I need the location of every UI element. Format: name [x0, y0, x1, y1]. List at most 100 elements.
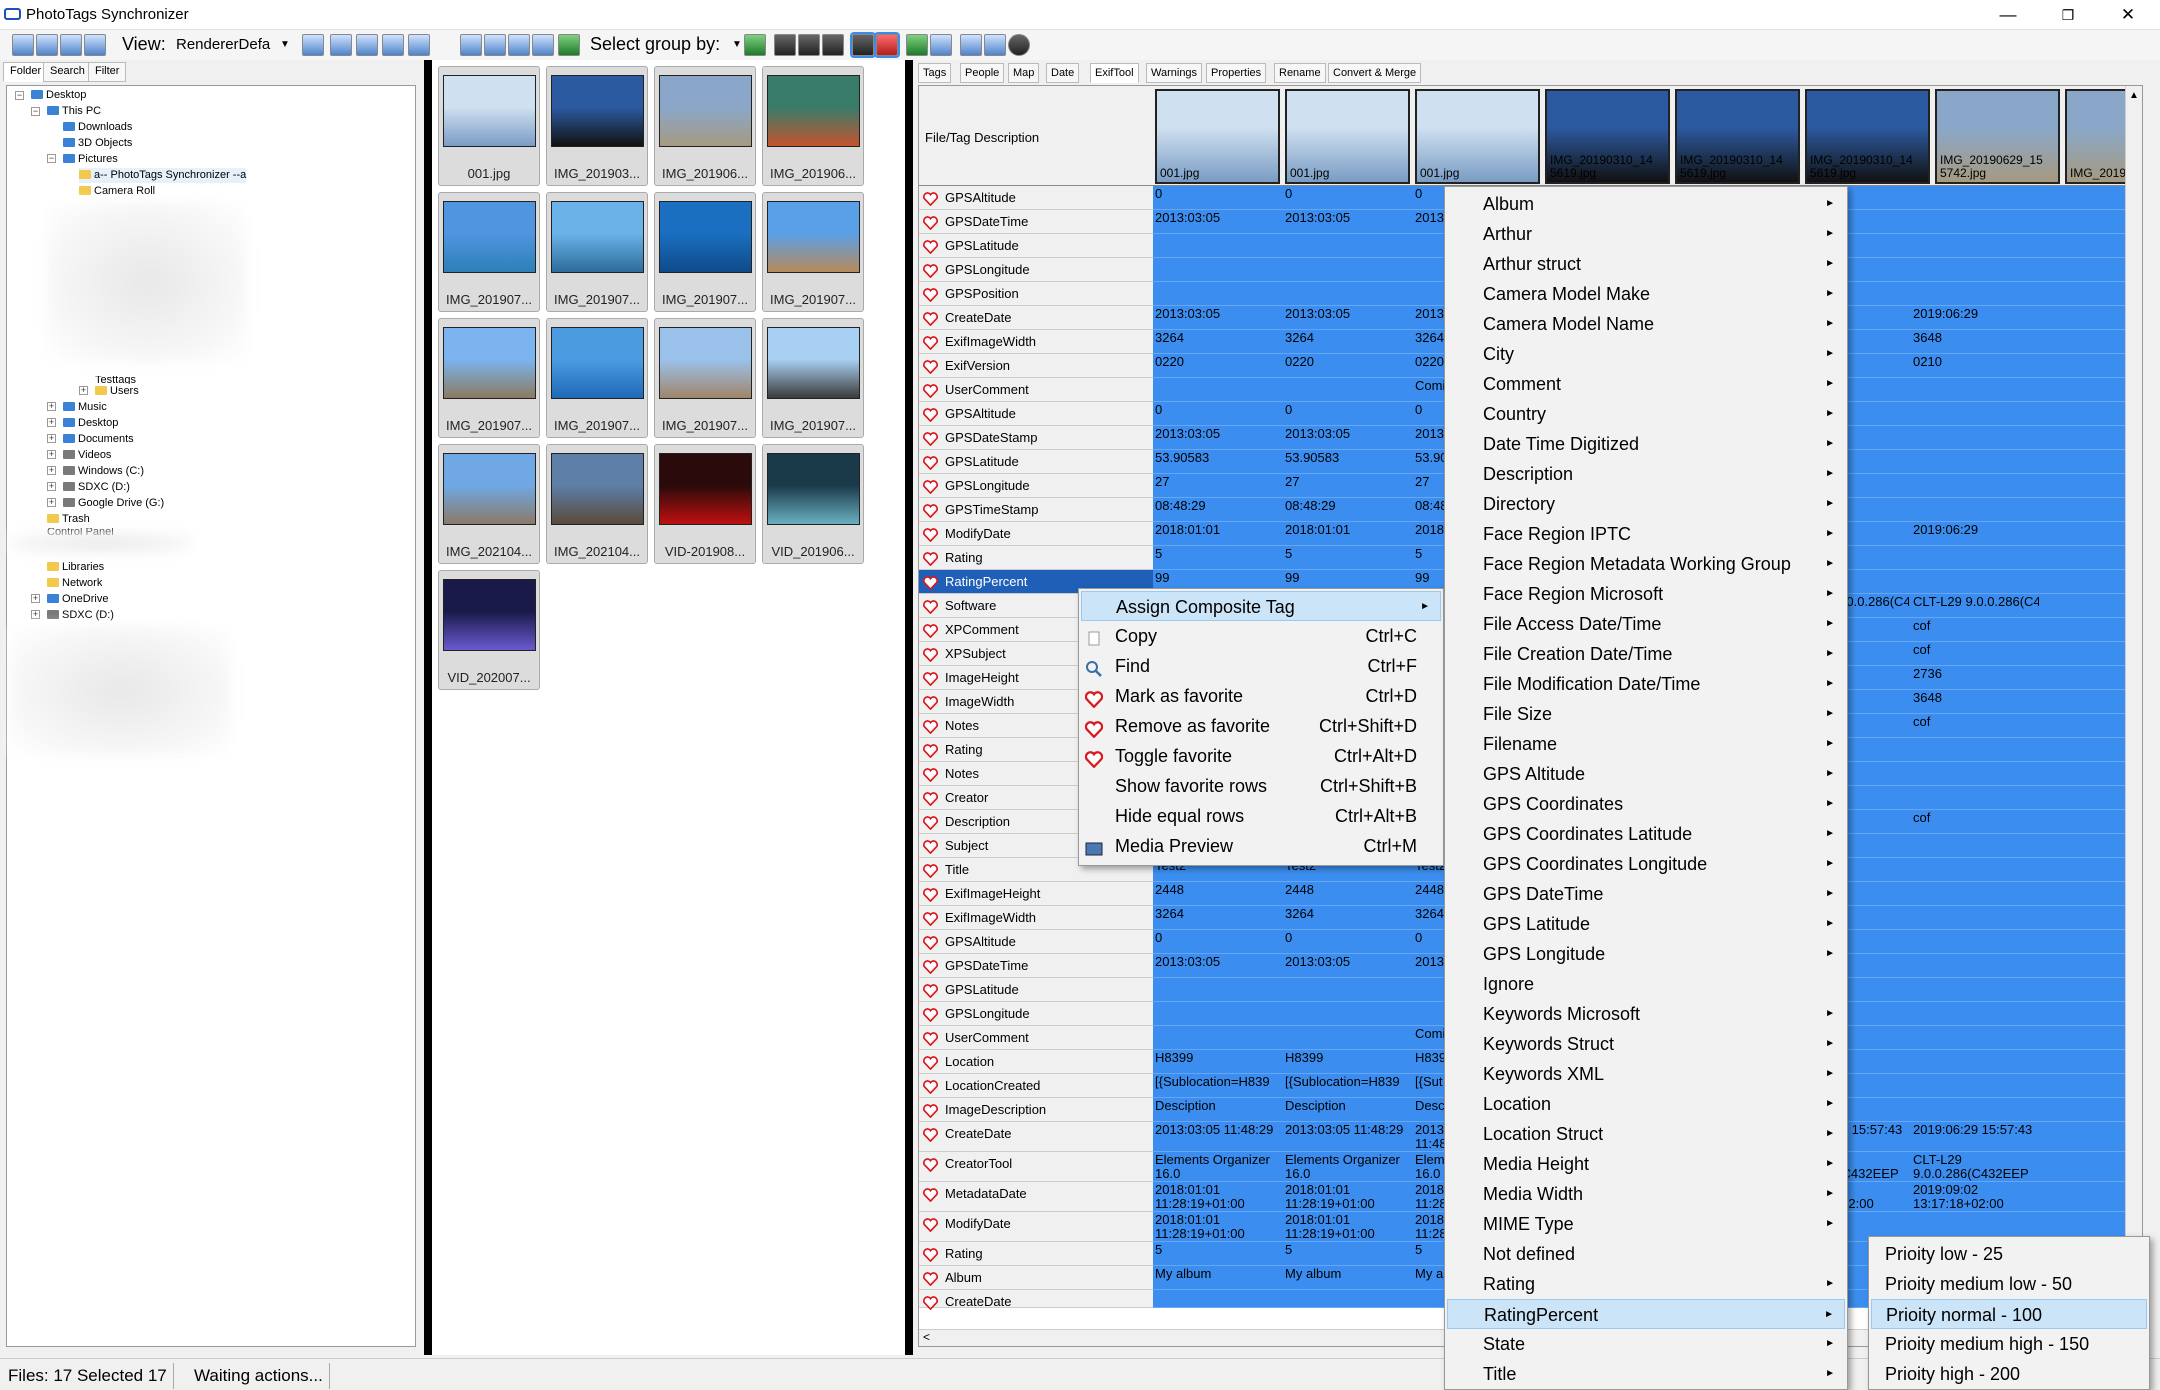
cell-value[interactable]: 0210 [1913, 355, 2039, 369]
row-tag-name[interactable]: GPSDateTime [919, 210, 1153, 234]
composite-menu-item[interactable]: Filename ► [1447, 729, 1845, 759]
row-tag-name[interactable]: UserComment [919, 1026, 1153, 1050]
tree-item-documents[interactable]: Documents [63, 432, 134, 447]
context-menu-item-assign-composite-tag[interactable]: Assign Composite Tag ► [1081, 591, 1441, 621]
cell-value[interactable]: 5 [1155, 1243, 1281, 1257]
favorite-heart-icon[interactable] [923, 790, 938, 807]
expand-icon[interactable]: + [31, 594, 40, 603]
row-tag-name[interactable]: ImageDescription [919, 1098, 1153, 1122]
favorite-heart-icon[interactable] [923, 286, 938, 303]
cell-value[interactable]: 0 [1155, 187, 1281, 201]
row-tag-name[interactable]: GPSDateTime [919, 954, 1153, 978]
composite-menu-item[interactable]: GPS Coordinates Longitude ► [1447, 849, 1845, 879]
composite-menu-item[interactable]: Media Width ► [1447, 1179, 1845, 1209]
tab-tags[interactable]: Tags [918, 63, 952, 83]
tree-item-sdxc-d[interactable]: SDXC (D:) [63, 480, 130, 495]
context-menu-item-find[interactable]: Find Ctrl+F [1081, 651, 1441, 681]
expand-icon[interactable]: + [47, 450, 56, 459]
cell-value[interactable]: My album [1155, 1267, 1281, 1281]
cell-value[interactable]: 2019:06:29 [1913, 523, 2039, 537]
row-tag-name[interactable]: UserComment [919, 378, 1153, 402]
composite-menu-item[interactable]: Media Height ► [1447, 1149, 1845, 1179]
rotate-left-icon[interactable] [460, 34, 482, 56]
close-button[interactable]: ✕ [2100, 0, 2156, 30]
tab-warnings[interactable]: Warnings [1146, 63, 1203, 83]
cell-value[interactable]: 0 [1285, 931, 1411, 945]
priority-menu-item[interactable]: Prioity low - 25 [1871, 1239, 2147, 1269]
row-tag-name[interactable]: GPSAltitude [919, 402, 1153, 426]
favorite-heart-icon[interactable] [923, 262, 938, 279]
cell-value[interactable]: 2013:03:05 [1155, 955, 1281, 969]
favorite-heart-icon[interactable] [923, 430, 938, 447]
tree-item-libraries[interactable]: Libraries [47, 560, 104, 575]
grid-layout-1-icon[interactable] [774, 34, 796, 56]
cell-value[interactable]: 2018:01:01 [1285, 523, 1411, 537]
row-tag-name[interactable]: CreatorTool [919, 1152, 1153, 1182]
tree-item-sdxc-d-2[interactable]: SDXC (D:) [47, 608, 114, 623]
cell-value[interactable]: cof [1913, 619, 2039, 633]
tab-people[interactable]: People [960, 63, 1005, 83]
favorite-heart-icon[interactable] [923, 1006, 938, 1023]
thumb-small-icon[interactable] [330, 34, 352, 56]
view-columns-icon[interactable] [60, 34, 82, 56]
composite-menu-item[interactable]: Face Region Metadata Working Group ► [1447, 549, 1845, 579]
cell-value[interactable]: 2013:03:05 [1155, 427, 1281, 441]
composite-menu-item[interactable]: Arthur ► [1447, 219, 1845, 249]
favorite-heart-icon[interactable] [923, 310, 938, 327]
group-by-dropdown-icon[interactable]: ▼ [732, 34, 742, 56]
cell-value[interactable]: 2018:01:01 [1155, 523, 1281, 537]
context-menu-item-media-preview[interactable]: Media Preview Ctrl+M [1081, 831, 1441, 861]
cell-value[interactable]: 3264 [1155, 907, 1281, 921]
favorite-heart-icon[interactable] [923, 766, 938, 783]
composite-menu-item[interactable]: Location Struct ► [1447, 1119, 1845, 1149]
row-tag-name[interactable]: LocationCreated [919, 1074, 1153, 1098]
favorite-heart-icon[interactable] [923, 934, 938, 951]
cell-value[interactable]: 2013:03:05 11:48:29 [1285, 1123, 1411, 1151]
favorite-heart-icon[interactable] [923, 838, 938, 855]
composite-menu-item[interactable]: Keywords Struct ► [1447, 1029, 1845, 1059]
column-header-thumbnail[interactable]: IMG_20190310_14 5619.jpg [1675, 89, 1800, 184]
save-icon[interactable] [532, 34, 554, 56]
tree-item-network[interactable]: Network [47, 576, 102, 591]
tree-item-onedrive[interactable]: OneDrive [47, 592, 108, 607]
favorite-heart-icon[interactable] [923, 406, 938, 423]
tree-item-users[interactable]: Users [95, 384, 139, 399]
tree-item-pictures[interactable]: Pictures [63, 152, 118, 167]
context-menu-item-copy[interactable]: Copy Ctrl+C [1081, 621, 1441, 651]
tab-rename[interactable]: Rename [1274, 63, 1326, 83]
cell-value[interactable]: 0220 [1155, 355, 1281, 369]
grid-layout-3-icon[interactable] [822, 34, 844, 56]
cell-value[interactable]: 08:48:29 [1285, 499, 1411, 513]
composite-menu-item[interactable]: Title ► [1447, 1359, 1845, 1389]
composite-menu-item[interactable]: File Creation Date/Time ► [1447, 639, 1845, 669]
composite-menu-item[interactable]: Arthur struct ► [1447, 249, 1845, 279]
tree-item-desktop[interactable]: Desktop [31, 88, 86, 103]
cell-value[interactable]: 3648 [1913, 691, 2039, 705]
row-tag-name[interactable]: ExifImageHeight [919, 882, 1153, 906]
thumbnail-item[interactable]: IMG_201907... [438, 318, 540, 438]
info-icon[interactable] [1008, 34, 1030, 56]
expand-icon[interactable]: + [31, 610, 40, 619]
favorite-heart-icon[interactable] [923, 502, 938, 519]
favorite-heart-icon[interactable] [923, 550, 938, 567]
thumbnail-item[interactable]: VID-201908... [654, 444, 756, 564]
scroll-left-icon[interactable]: < [923, 1330, 930, 1344]
row-tag-name[interactable]: ModifyDate [919, 1212, 1153, 1242]
priority-menu-item[interactable]: Prioity normal - 100 [1871, 1299, 2147, 1329]
row-tag-name[interactable]: Rating [919, 546, 1153, 570]
collapse-icon[interactable]: − [31, 107, 40, 116]
collapse-icon[interactable]: − [47, 154, 56, 163]
cell-value[interactable]: Elements Organizer 16.0 [1285, 1153, 1411, 1181]
favorite-heart-icon[interactable] [923, 598, 938, 615]
tab-properties[interactable]: Properties [1206, 63, 1267, 83]
scroll-up-icon[interactable]: ▲ [2129, 90, 2139, 101]
tree-item-music[interactable]: Music [63, 400, 107, 415]
composite-menu-item[interactable]: Location ► [1447, 1089, 1845, 1119]
composite-menu-item[interactable]: File Access Date/Time ► [1447, 609, 1845, 639]
row-tag-name[interactable]: CreateDate [919, 1290, 1153, 1311]
row-tag-name[interactable]: GPSAltitude [919, 930, 1153, 954]
tab-exiftool[interactable]: ExifTool [1090, 63, 1139, 83]
thumbnail-item[interactable]: IMG_201907... [762, 318, 864, 438]
favorite-heart-icon[interactable] [923, 862, 938, 879]
cell-value[interactable]: [{Sublocation=H839 [1155, 1075, 1281, 1089]
